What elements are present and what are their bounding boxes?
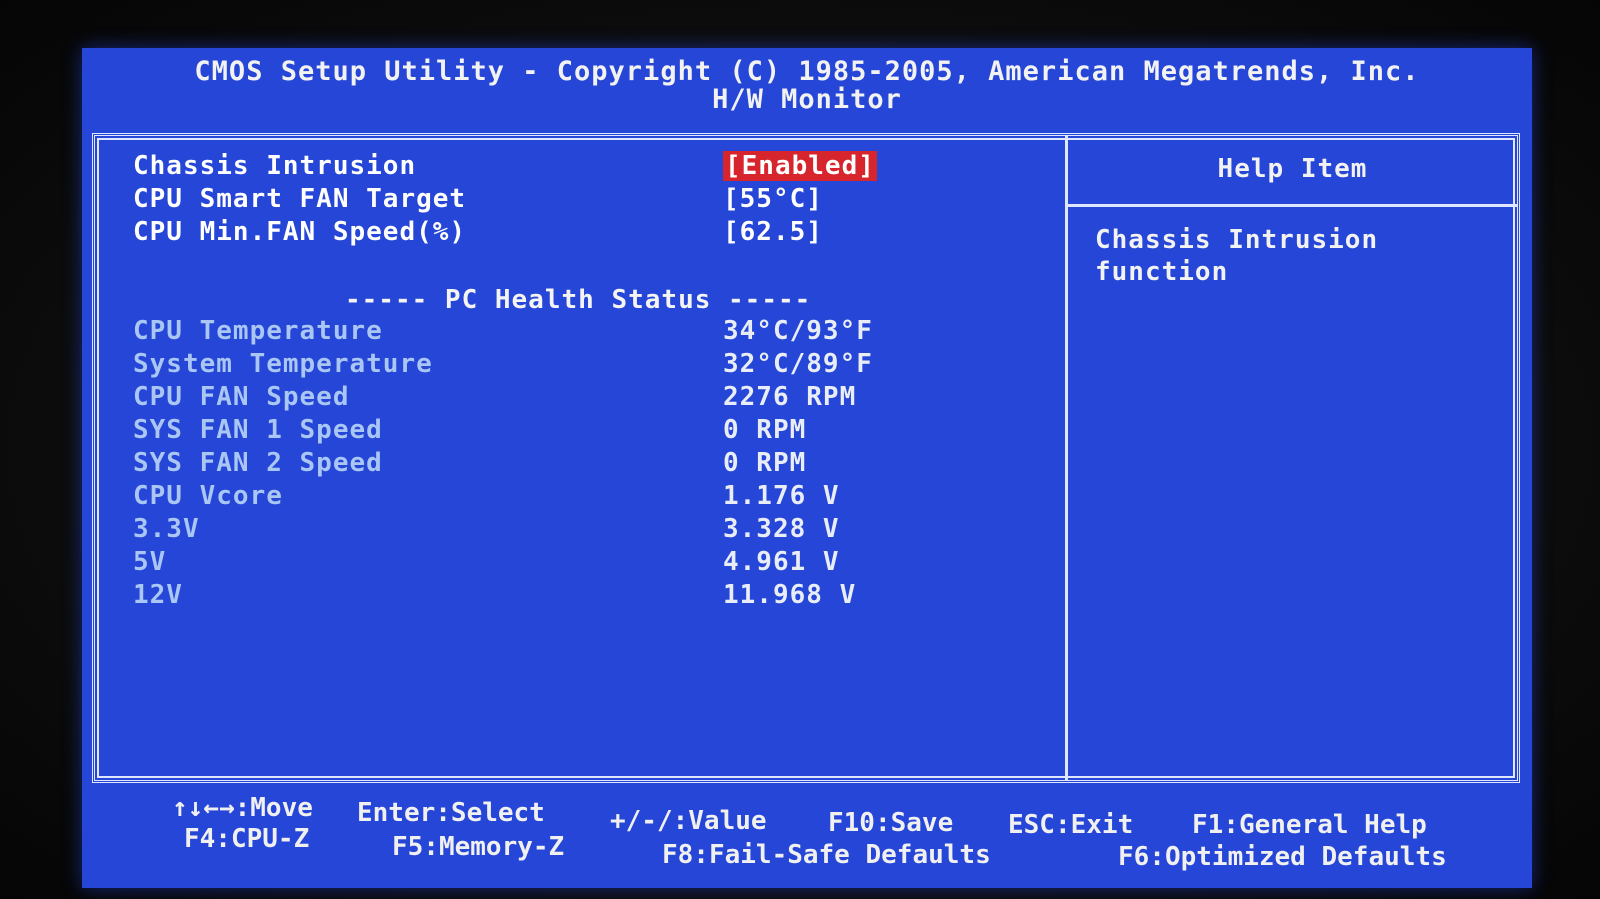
help-item-text: Chassis Intrusion function xyxy=(1095,225,1379,287)
key-hint-general-help: F1:General Help xyxy=(1192,810,1427,840)
key-hint-exit: ESC:Exit xyxy=(1008,810,1134,840)
status-value: 0 RPM xyxy=(723,415,807,445)
setting-label: Chassis Intrusion xyxy=(133,151,417,181)
status-label: SYS FAN 2 Speed xyxy=(133,448,383,478)
status-label: CPU Vcore xyxy=(133,481,283,511)
help-title-divider xyxy=(1068,204,1517,207)
status-value: 1.176 V xyxy=(723,481,840,511)
status-value: 4.961 V xyxy=(723,547,840,577)
setting-value[interactable]: [55°C] xyxy=(723,184,823,214)
status-label: CPU Temperature xyxy=(133,316,383,346)
status-label: SYS FAN 1 Speed xyxy=(133,415,383,445)
status-value: 11.968 V xyxy=(723,580,857,610)
status-value: 32°C/89°F xyxy=(723,349,873,379)
copyright-line: CMOS Setup Utility - Copyright (C) 1985-… xyxy=(194,56,1420,87)
key-hint-optimized-defaults: F6:Optimized Defaults xyxy=(1118,842,1447,872)
main-frame: Chassis Intrusion [Enabled] CPU Smart FA… xyxy=(92,133,1520,783)
key-hint-save: F10:Save xyxy=(828,808,954,838)
status-label: 3.3V xyxy=(133,514,200,544)
key-hint-value: +/-/:Value xyxy=(610,806,767,836)
key-hint-select: Enter:Select xyxy=(357,798,545,828)
help-item-title: Help Item xyxy=(1217,154,1368,184)
status-label: System Temperature xyxy=(133,349,433,379)
status-label: CPU FAN Speed xyxy=(133,382,350,412)
setting-label: CPU Smart FAN Target xyxy=(133,184,467,214)
bios-screen: CMOS Setup Utility - Copyright (C) 1985-… xyxy=(82,48,1532,888)
status-value: 0 RPM xyxy=(723,448,807,478)
setting-label: CPU Min.FAN Speed(%) xyxy=(133,217,467,247)
setting-value[interactable]: [62.5] xyxy=(723,217,823,247)
status-label: 12V xyxy=(133,580,183,610)
status-label: 5V xyxy=(133,547,167,577)
key-hint-memory-z: F5:Memory-Z xyxy=(392,832,565,862)
setting-value-selected[interactable]: [Enabled] xyxy=(723,151,877,181)
status-value: 2276 RPM xyxy=(723,382,857,412)
pc-health-status-header: ----- PC Health Status ----- xyxy=(345,285,812,315)
key-hint-fail-safe-defaults: F8:Fail-Safe Defaults xyxy=(662,840,991,870)
panel-divider xyxy=(1065,136,1068,780)
key-hint-cpu-z: F4:CPU-Z xyxy=(184,824,310,854)
status-value: 34°C/93°F xyxy=(723,316,873,346)
page-title: H/W Monitor xyxy=(712,84,902,115)
key-hint-move: ↑↓←→:Move xyxy=(172,793,313,823)
status-value: 3.328 V xyxy=(723,514,840,544)
